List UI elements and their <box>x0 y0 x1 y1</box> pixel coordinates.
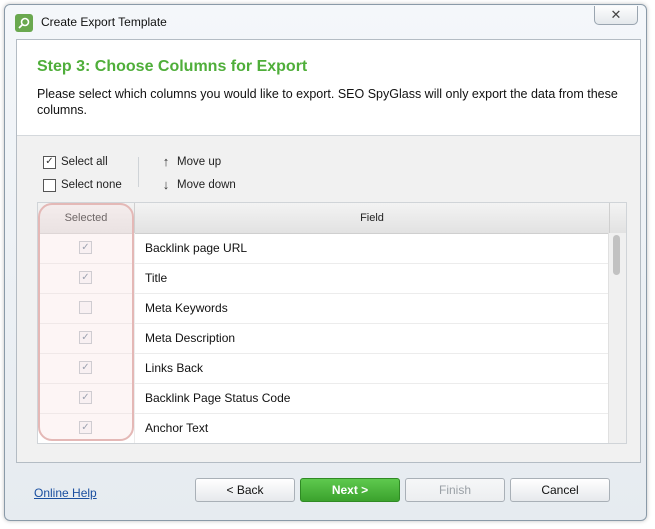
vertical-scrollbar[interactable] <box>608 233 626 443</box>
table-row[interactable]: ✓ Anchor Text <box>38 413 610 443</box>
select-none-button[interactable]: Select none <box>43 177 122 193</box>
title-bar[interactable]: Create Export Template ✕ <box>5 5 646 37</box>
move-down-button[interactable]: ↓ Move down <box>160 177 236 193</box>
table-row[interactable]: ✓ Links Back <box>38 353 610 384</box>
content-panel: Step 3: Choose Columns for Export Please… <box>16 39 641 463</box>
row-checkbox[interactable] <box>79 301 92 314</box>
field-name: Title <box>145 271 168 285</box>
column-header-field[interactable]: Field <box>135 203 610 233</box>
row-checkbox[interactable]: ✓ <box>79 361 92 374</box>
select-none-label: Select none <box>61 179 122 191</box>
row-checkbox[interactable]: ✓ <box>79 241 92 254</box>
table-row[interactable]: ✓ Meta Description <box>38 323 610 354</box>
select-all-button[interactable]: ✓ Select all <box>43 154 108 170</box>
toolbar-divider <box>138 157 139 187</box>
scrollbar-thumb[interactable] <box>613 235 620 275</box>
row-checkbox[interactable]: ✓ <box>79 391 92 404</box>
cancel-button[interactable]: Cancel <box>510 478 610 502</box>
columns-table: Selected Field ✓ Backlink page URL ✓ Tit… <box>37 202 627 444</box>
field-name: Meta Keywords <box>145 301 228 315</box>
online-help-link[interactable]: Online Help <box>34 486 97 500</box>
select-all-label: Select all <box>61 156 108 168</box>
move-down-label: Move down <box>177 179 236 191</box>
row-checkbox[interactable]: ✓ <box>79 271 92 284</box>
row-checkbox[interactable]: ✓ <box>79 421 92 434</box>
column-header-selected[interactable]: Selected <box>38 203 135 233</box>
window-title: Create Export Template <box>41 15 167 29</box>
checkbox-checked-icon: ✓ <box>43 155 56 169</box>
field-name: Backlink page URL <box>145 241 248 255</box>
field-name: Backlink Page Status Code <box>145 391 291 405</box>
table-row[interactable]: ✓ Title <box>38 263 610 294</box>
row-checkbox[interactable]: ✓ <box>79 331 92 344</box>
close-button[interactable]: ✕ <box>594 6 638 25</box>
field-name: Links Back <box>145 361 204 375</box>
step-title: Step 3: Choose Columns for Export <box>37 58 308 75</box>
finish-button[interactable]: Finish <box>405 478 505 502</box>
close-icon: ✕ <box>610 7 622 22</box>
app-icon <box>15 14 33 32</box>
move-up-label: Move up <box>177 156 222 168</box>
field-name: Meta Description <box>145 331 236 345</box>
dialog-footer: Online Help < Back Next > Finish Cancel <box>5 463 646 522</box>
export-template-dialog: Create Export Template ✕ Step 3: Choose … <box>4 4 647 521</box>
next-button[interactable]: Next > <box>300 478 400 502</box>
column-toolbar: ✓ Select all Select none ↑ Move up ↓ Mov… <box>17 150 640 196</box>
arrow-up-icon: ↑ <box>162 154 170 169</box>
table-row[interactable]: Meta Keywords <box>38 293 610 324</box>
arrow-down-icon: ↓ <box>162 177 170 192</box>
step-description: Please select which columns you would li… <box>37 87 618 117</box>
table-header: Selected Field <box>38 203 626 234</box>
move-up-button[interactable]: ↑ Move up <box>160 154 221 170</box>
table-row[interactable]: ✓ Backlink page URL <box>38 233 610 264</box>
step-header: Step 3: Choose Columns for Export Please… <box>17 40 640 136</box>
field-name: Anchor Text <box>145 421 209 435</box>
table-row[interactable]: ✓ Backlink Page Status Code <box>38 383 610 414</box>
back-button[interactable]: < Back <box>195 478 295 502</box>
checkbox-empty-icon <box>43 178 56 192</box>
